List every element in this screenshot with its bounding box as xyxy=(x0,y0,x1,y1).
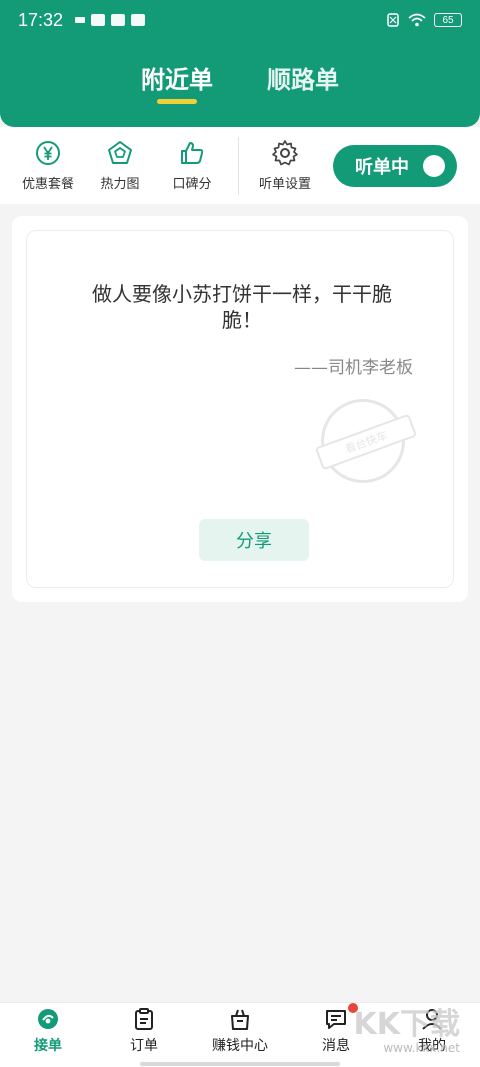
watermark-text: KK下载 xyxy=(353,1007,461,1042)
sim-icon xyxy=(75,17,86,23)
tab-nearby-orders[interactable]: 附近单 xyxy=(141,60,213,104)
no-sim-icon xyxy=(387,13,399,27)
nav-orders[interactable]: 订单 xyxy=(104,1007,184,1055)
battery-indicator: 65 xyxy=(434,13,462,27)
tab-route-orders[interactable]: 顺路单 xyxy=(267,60,339,103)
listening-settings-button[interactable]: 听单设置 xyxy=(249,139,321,192)
order-type-tabs: 附近单 顺路单 xyxy=(0,60,480,104)
yen-icon xyxy=(36,141,60,165)
wifi-icon xyxy=(408,13,426,27)
status-bar: 17:32 65 xyxy=(0,0,480,40)
reputation-score-button[interactable]: 口碑分 xyxy=(156,139,228,192)
watermark-url: www.kkx.net xyxy=(383,1041,460,1055)
nav-orders-label: 订单 xyxy=(130,1038,158,1054)
mail-icon xyxy=(91,14,106,26)
header: 17:32 65 附近单 顺路单 xyxy=(0,0,480,127)
status-notification-icons xyxy=(75,14,146,26)
toolbar-divider xyxy=(238,136,239,195)
gear-icon xyxy=(272,140,298,166)
message-icon xyxy=(326,1010,346,1029)
stamp-ribbon: 看台快车 xyxy=(314,413,418,471)
nav-earnings-label: 赚钱中心 xyxy=(212,1038,268,1054)
bag-icon xyxy=(231,1009,249,1030)
tab-nearby-label: 附近单 xyxy=(141,66,213,94)
nav-earnings-center[interactable]: 赚钱中心 xyxy=(200,1007,280,1055)
tab-route-label: 顺路单 xyxy=(267,66,339,94)
quote-card-inner: 做人要像小苏打饼干一样，干干脆脆！ ——司机李老板 看台快车 分享 xyxy=(26,230,454,588)
stamp-seal-icon: 看台快车 xyxy=(314,399,418,483)
heatmap-button[interactable]: 热力图 xyxy=(84,139,156,192)
listening-status-label: 听单中 xyxy=(355,156,409,178)
home-indicator[interactable] xyxy=(140,1062,340,1066)
quote-card: 做人要像小苏打饼干一样，干干脆脆！ ——司机李老板 看台快车 分享 xyxy=(12,216,468,602)
leaf-icon xyxy=(111,14,126,26)
heatmap-label: 热力图 xyxy=(100,177,140,192)
status-right-icons: 65 xyxy=(386,12,462,28)
listening-toggle[interactable]: 听单中 xyxy=(333,144,457,187)
share-label: 分享 xyxy=(236,531,272,552)
nav-messages-label: 消息 xyxy=(322,1038,350,1054)
watermark-logo: KK下载 www.kkx.net xyxy=(353,1007,461,1055)
toggle-knob xyxy=(423,154,445,177)
baidu-icon xyxy=(131,14,146,26)
nav-accept-orders[interactable]: 接单 xyxy=(8,1007,88,1055)
active-tab-indicator xyxy=(157,99,197,104)
nav-accept-label: 接单 xyxy=(34,1038,62,1054)
quote-text: 做人要像小苏打饼干一样，干干脆脆！ xyxy=(92,282,392,332)
promo-package-label: 优惠套餐 xyxy=(21,177,74,192)
listening-settings-label: 听单设置 xyxy=(258,177,311,192)
clipboard-icon xyxy=(135,1008,153,1030)
pentagon-icon xyxy=(108,141,132,164)
thumbs-up-icon xyxy=(181,142,204,164)
status-time: 17:32 xyxy=(18,9,64,30)
driver-toolbar: 优惠套餐 热力图 口碑分 听单设置 听单中 xyxy=(0,127,480,204)
promo-package-button[interactable]: 优惠套餐 xyxy=(12,139,84,192)
reputation-score-label: 口碑分 xyxy=(172,177,212,192)
share-button[interactable]: 分享 xyxy=(199,519,309,561)
order-accept-icon xyxy=(38,1009,58,1029)
quote-author: ——司机李老板 xyxy=(294,358,413,378)
